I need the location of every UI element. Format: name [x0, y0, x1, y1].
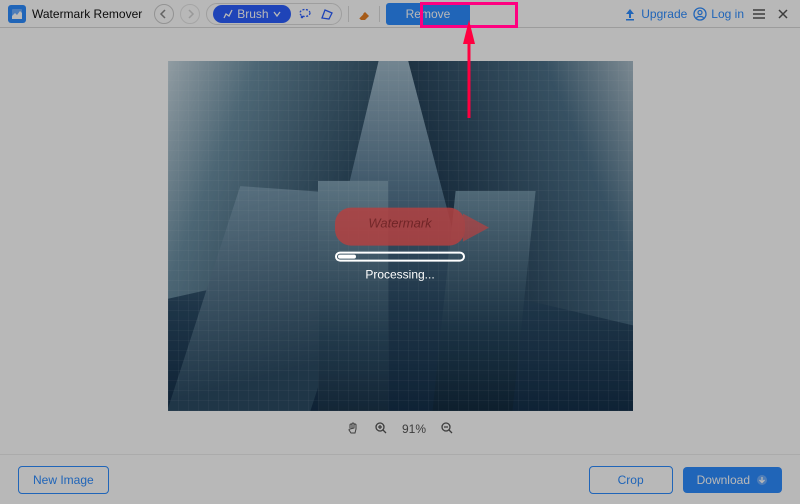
login-link[interactable]: Log in — [693, 7, 744, 21]
polygon-tool-button[interactable] — [319, 6, 335, 22]
login-label: Log in — [711, 7, 744, 21]
undo-button[interactable] — [154, 4, 174, 24]
download-label: Download — [697, 473, 750, 487]
zoom-in-button[interactable] — [374, 421, 388, 438]
processing-overlay: Watermark Processing... — [310, 208, 490, 282]
close-button[interactable] — [774, 5, 792, 23]
tool-group: Brush — [206, 3, 341, 25]
upgrade-label: Upgrade — [641, 7, 687, 21]
eraser-tool-button[interactable] — [355, 5, 373, 23]
footer: New Image Crop Download — [0, 454, 800, 504]
remove-button[interactable]: Remove — [386, 3, 471, 25]
separator — [348, 6, 349, 22]
progress-bar — [335, 252, 465, 262]
hand-tool-button[interactable] — [346, 421, 360, 438]
watermark-text: Watermark — [368, 216, 431, 231]
app-logo-icon — [8, 5, 26, 23]
toolbar: Watermark Remover Brush Remove Upgrade L… — [0, 0, 800, 28]
crop-button[interactable]: Crop — [589, 466, 673, 494]
brush-tool-button[interactable]: Brush — [213, 5, 290, 23]
brush-icon — [223, 9, 233, 19]
download-button[interactable]: Download — [683, 467, 782, 493]
processing-label: Processing... — [310, 268, 490, 282]
zoom-controls: 91% — [0, 414, 800, 444]
brush-label: Brush — [237, 7, 268, 21]
separator — [379, 6, 380, 22]
zoom-level: 91% — [402, 422, 426, 436]
upgrade-link[interactable]: Upgrade — [623, 7, 687, 21]
lasso-tool-button[interactable] — [297, 6, 313, 22]
download-icon — [756, 474, 768, 486]
upload-icon — [623, 7, 637, 21]
chevron-down-icon — [273, 10, 281, 18]
watermark-selection: Watermark — [335, 208, 465, 246]
zoom-out-button[interactable] — [440, 421, 454, 438]
redo-button[interactable] — [180, 4, 200, 24]
new-image-button[interactable]: New Image — [18, 466, 109, 494]
app-title: Watermark Remover — [32, 7, 142, 21]
user-icon — [693, 7, 707, 21]
menu-button[interactable] — [750, 5, 768, 23]
